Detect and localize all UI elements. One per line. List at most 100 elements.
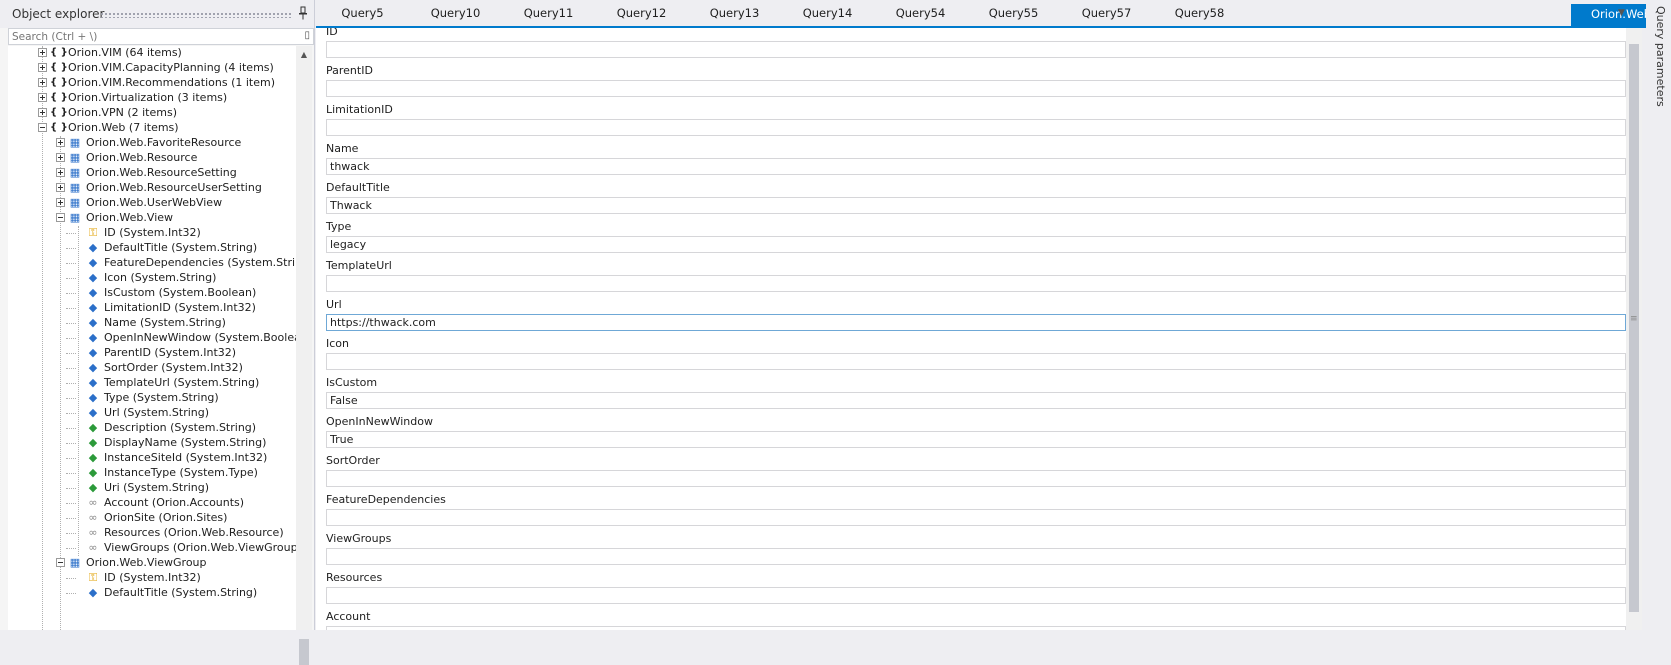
inherited-property-icon: ◆ — [88, 436, 98, 449]
parent-id-label: ParentID — [326, 64, 373, 77]
expand-plus-icon[interactable] — [56, 183, 65, 192]
form-scrollbar[interactable]: ≡ — [1626, 28, 1642, 630]
default-title-label: DefaultTitle — [326, 181, 390, 194]
tree-item[interactable]: ▦ Orion.Web.FavoriteResource — [8, 135, 296, 151]
parent-id-field[interactable] — [326, 80, 1626, 97]
expand-plus-icon[interactable] — [56, 198, 65, 207]
open-in-new-window-label: OpenInNewWindow — [326, 415, 433, 428]
tree-item[interactable]: ▦ Orion.Web.Resource — [8, 150, 296, 166]
tree-item[interactable]: ◆ InstanceSiteId (System.Int32) — [8, 450, 296, 466]
tree-item[interactable]: ▦ Orion.Web.UserWebView — [8, 195, 296, 211]
collapse-minus-icon[interactable] — [56, 558, 65, 567]
tree-item[interactable]: ◆ DisplayName (System.String) — [8, 435, 296, 451]
expand-plus-icon[interactable] — [38, 48, 47, 57]
tree-item[interactable]: { } Orion.Virtualization (3 items) — [8, 90, 296, 106]
limitation-id-field[interactable] — [326, 119, 1626, 136]
scroll-up-arrow-icon[interactable]: ▲ — [296, 50, 312, 59]
type-field[interactable] — [326, 236, 1626, 253]
tree-item[interactable]: { } Orion.VIM (64 items) — [8, 46, 296, 61]
tab-query57[interactable]: Query57 — [1060, 6, 1153, 24]
tree-item-label: Orion.Virtualization (3 items) — [68, 91, 228, 104]
sort-order-field[interactable] — [326, 470, 1626, 487]
tree-item[interactable]: ◆ Uri (System.String) — [8, 480, 296, 496]
tab-query55[interactable]: Query55 — [967, 6, 1060, 24]
tree-item[interactable]: ◆ Type (System.String) — [8, 390, 296, 406]
tab-query13[interactable]: Query13 — [688, 6, 781, 24]
chevron-down-icon[interactable]: ▼ — [1618, 8, 1625, 18]
tree-item-label: Icon (System.String) — [104, 271, 217, 284]
tree-item-label: Orion.VIM.Recommendations (1 item) — [68, 76, 276, 89]
expand-plus-icon[interactable] — [38, 63, 47, 72]
expand-plus-icon[interactable] — [56, 168, 65, 177]
panel-drag-grip[interactable] — [100, 12, 292, 18]
tree-item[interactable]: ∞ Resources (Orion.Web.Resource) — [8, 525, 296, 541]
name-field[interactable] — [326, 158, 1626, 175]
expand-plus-icon[interactable] — [56, 138, 65, 147]
tab-query14[interactable]: Query14 — [781, 6, 874, 24]
tree-item[interactable]: { } Orion.Web (7 items) — [8, 120, 296, 136]
tree-item[interactable]: ◆ Name (System.String) — [8, 315, 296, 331]
tree-item[interactable]: ▦ Orion.Web.ResourceSetting — [8, 165, 296, 181]
tree-item[interactable]: ◆ DefaultTitle (System.String) — [8, 585, 296, 601]
tree-item[interactable]: { } Orion.VPN (2 items) — [8, 105, 296, 121]
tree-item[interactable]: ◆ FeatureDependencies (System.String) — [8, 255, 296, 271]
tree-item[interactable]: ⚿ ID (System.Int32) — [8, 570, 296, 586]
tree-item[interactable]: ◆ IsCustom (System.Boolean) — [8, 285, 296, 301]
expand-plus-icon[interactable] — [56, 153, 65, 162]
tree-item[interactable]: ◆ TemplateUrl (System.String) — [8, 375, 296, 391]
tree-item[interactable]: ▦ Orion.Web.ViewGroup — [8, 555, 296, 571]
search-input[interactable] — [9, 29, 292, 44]
tab-query54[interactable]: Query54 — [874, 6, 967, 24]
tree-item[interactable]: ⚿ ID (System.Int32) — [8, 225, 296, 241]
tree-item[interactable]: ◆ ParentID (System.Int32) — [8, 345, 296, 361]
expand-plus-icon[interactable] — [38, 78, 47, 87]
tab-query11[interactable]: Query11 — [502, 6, 595, 24]
tree-item[interactable]: ◆ Description (System.String) — [8, 420, 296, 436]
tree-item[interactable]: ◆ Url (System.String) — [8, 405, 296, 421]
resources-field[interactable] — [326, 587, 1626, 604]
tab-query10[interactable]: Query10 — [409, 6, 502, 24]
tree-item[interactable]: ∞ ViewGroups (Orion.Web.ViewGroup) — [8, 540, 296, 556]
tree-item[interactable]: ∞ Account (Orion.Accounts) — [8, 495, 296, 511]
url-field[interactable] — [326, 314, 1626, 331]
tree-item[interactable]: ◆ InstanceType (System.Type) — [8, 465, 296, 481]
tree-item[interactable]: ◆ LimitationID (System.Int32) — [8, 300, 296, 316]
navigation-link-icon: ∞ — [88, 541, 98, 554]
tree-scrollbar[interactable]: ▲ — [296, 46, 312, 665]
pin-icon[interactable] — [297, 6, 309, 20]
tree-item[interactable]: ◆ Icon (System.String) — [8, 270, 296, 286]
tree-item[interactable]: ◆ DefaultTitle (System.String) — [8, 240, 296, 256]
tree-item[interactable]: ◆ OpenInNewWindow (System.Boolean) — [8, 330, 296, 346]
tree-item[interactable]: ∞ OrionSite (Orion.Sites) — [8, 510, 296, 526]
account-field[interactable] — [326, 626, 1626, 630]
form-scrollbar-thumb[interactable]: ≡ — [1629, 44, 1639, 612]
icon-field[interactable] — [326, 353, 1626, 370]
feature-dependencies-field[interactable] — [326, 509, 1626, 526]
query-parameters-tab[interactable]: Query parameters — [1654, 6, 1667, 107]
tree-item-label: OrionSite (Orion.Sites) — [104, 511, 228, 524]
is-custom-field[interactable] — [326, 392, 1626, 409]
tab-query5[interactable]: Query5 — [316, 6, 409, 24]
tab-query58[interactable]: Query58 — [1153, 6, 1246, 24]
entity-table-icon: ▦ — [69, 211, 81, 224]
template-url-field[interactable] — [326, 275, 1626, 292]
default-title-field[interactable] — [326, 197, 1626, 214]
tab-query12[interactable]: Query12 — [595, 6, 688, 24]
search-box[interactable]: ▯ — [8, 28, 314, 45]
expand-plus-icon[interactable] — [38, 93, 47, 102]
tree-guide-line — [66, 413, 76, 414]
tree-item[interactable]: ▦ Orion.Web.View — [8, 210, 296, 226]
tree-item[interactable]: ▦ Orion.Web.ResourceUserSetting — [8, 180, 296, 196]
id-field[interactable] — [326, 41, 1626, 58]
tree-item[interactable]: ◆ SortOrder (System.Int32) — [8, 360, 296, 376]
tree-item[interactable]: { } Orion.VIM.CapacityPlanning (4 items) — [8, 60, 296, 76]
collapse-minus-icon[interactable] — [38, 123, 47, 132]
expand-plus-icon[interactable] — [38, 108, 47, 117]
open-in-new-window-field[interactable] — [326, 431, 1626, 448]
tree-scrollbar-thumb[interactable] — [299, 639, 309, 665]
view-groups-field[interactable] — [326, 548, 1626, 565]
collapse-minus-icon[interactable] — [56, 213, 65, 222]
tree-item[interactable]: { } Orion.VIM.Recommendations (1 item) — [8, 75, 296, 91]
tree-item-label: DefaultTitle (System.String) — [104, 586, 258, 599]
query-parameters-strip[interactable]: Query parameters — [1646, 0, 1671, 630]
